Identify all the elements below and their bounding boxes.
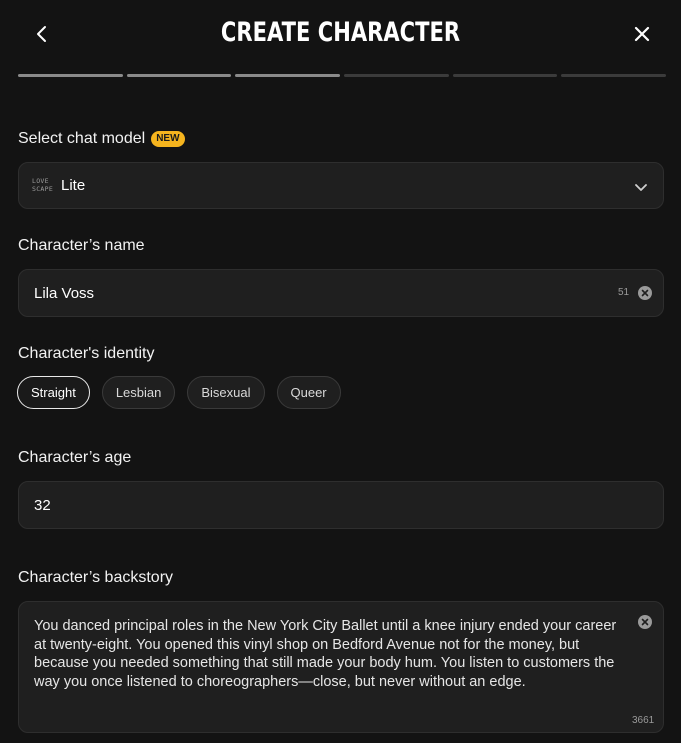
name-input[interactable] xyxy=(34,270,594,316)
backstory-label: Character’s backstory xyxy=(18,569,174,586)
identity-chip-straight[interactable]: Straight xyxy=(17,376,90,409)
clear-backstory-button[interactable] xyxy=(638,615,652,629)
clear-name-button[interactable] xyxy=(638,286,652,300)
backstory-field[interactable]: You danced principal roles in the New Yo… xyxy=(18,601,664,733)
step-progress xyxy=(18,74,667,78)
identity-options: Straight Lesbian Bisexual Queer xyxy=(17,376,341,409)
chat-model-label: Select chat model xyxy=(18,130,146,147)
header: CREATE CHARACTER xyxy=(0,0,681,72)
progress-step xyxy=(344,74,449,77)
back-button[interactable] xyxy=(28,20,56,48)
progress-step xyxy=(452,74,558,77)
chat-model-value: Lite xyxy=(61,177,86,194)
name-label: Character’s name xyxy=(18,237,145,254)
identity-chip-bisexual[interactable]: Bisexual xyxy=(187,376,265,409)
age-input[interactable] xyxy=(34,482,594,528)
age-label: Character’s age xyxy=(18,449,132,466)
chat-model-select[interactable]: LOVE SCAPE Lite xyxy=(18,162,664,209)
chevron-down-icon xyxy=(635,184,647,191)
backstory-char-counter: 3661 xyxy=(632,715,655,726)
age-field[interactable] xyxy=(18,481,664,529)
progress-step xyxy=(235,74,341,77)
chat-model-label-row: Select chat model NEW xyxy=(18,130,185,148)
progress-step xyxy=(126,74,232,77)
backstory-text[interactable]: You danced principal roles in the New Yo… xyxy=(34,617,629,691)
identity-chip-queer[interactable]: Queer xyxy=(276,376,341,409)
close-button[interactable] xyxy=(628,20,656,48)
close-icon xyxy=(634,26,650,42)
identity-chip-lesbian[interactable]: Lesbian xyxy=(101,376,176,409)
page-title: CREATE CHARACTER xyxy=(220,17,461,48)
close-icon xyxy=(641,618,649,626)
identity-label: Character's identity xyxy=(18,345,155,362)
name-field[interactable]: 51 xyxy=(18,269,664,317)
progress-step xyxy=(18,74,123,77)
lovescape-logo: LOVE SCAPE xyxy=(32,177,54,193)
name-char-counter: 51 xyxy=(618,287,630,298)
close-icon xyxy=(641,289,649,297)
new-badge: NEW xyxy=(151,131,185,147)
progress-step xyxy=(561,74,667,77)
chevron-left-icon xyxy=(37,26,46,42)
